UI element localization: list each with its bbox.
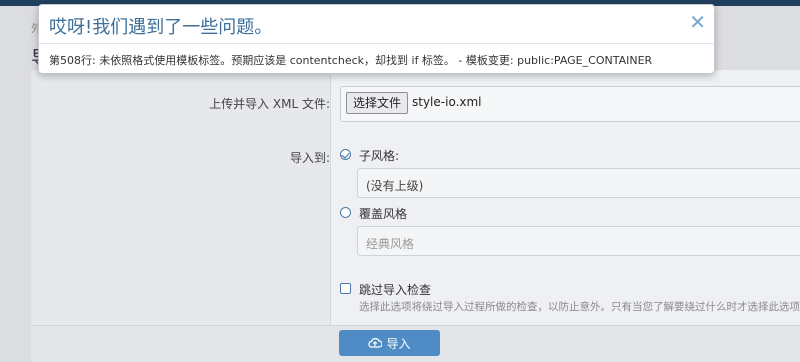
- overwrite-style-select[interactable]: 经典风格: [357, 226, 800, 256]
- skip-import-check-checkbox[interactable]: [340, 283, 351, 294]
- import-to-label: 导入到:: [289, 151, 330, 165]
- parent-style-select[interactable]: (没有上级): [357, 168, 800, 198]
- overwrite-style-select-value: 经典风格: [366, 237, 415, 251]
- overwrite-style-label: 覆盖风格: [359, 207, 408, 221]
- upload-icon: [368, 338, 383, 348]
- error-dialog: 哎呀!我们遇到了一些问题。 ✕ 第508行: 未依照格式使用模板标签。预期应该是…: [38, 4, 715, 74]
- parent-style-select-value: (没有上级): [366, 179, 424, 193]
- import-button[interactable]: 导入: [339, 330, 440, 356]
- skip-import-check-label: 跳过导入检查: [359, 283, 432, 297]
- import-button-label: 导入: [386, 336, 411, 351]
- overwrite-style-radio[interactable]: [340, 207, 351, 218]
- upload-label: 上传并导入 XML 文件:: [209, 97, 330, 111]
- child-style-radio[interactable]: [340, 149, 351, 160]
- close-icon[interactable]: ✕: [689, 12, 706, 32]
- file-upload-field: [340, 86, 800, 122]
- file-name-text: style-io.xml: [412, 95, 482, 109]
- error-dialog-message: 第508行: 未依照格式使用模板标签。预期应该是 contentcheck，却找…: [49, 54, 653, 67]
- child-style-label: 子风格:: [359, 149, 400, 163]
- choose-file-button[interactable]: 选择文件: [346, 92, 409, 114]
- error-dialog-title: 哎呀!我们遇到了一些问题。: [49, 17, 273, 38]
- dialog-divider: [39, 43, 714, 44]
- skip-import-check-explain: 选择此选项将绕过导入过程所做的检查，以防止意外。只有当您了解要绕过什么时才选择此…: [359, 301, 800, 313]
